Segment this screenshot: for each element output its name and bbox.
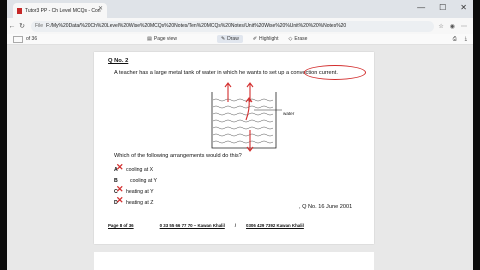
favorite-icon[interactable]: ☆ bbox=[438, 23, 443, 30]
footer-contact-2: 0306 429 7392 Kawan Khalil bbox=[246, 223, 304, 228]
profile-icon[interactable]: ◉ bbox=[450, 23, 455, 30]
eraser-icon: ◇ bbox=[288, 36, 293, 42]
more-icon[interactable]: ⋯ bbox=[461, 23, 467, 30]
draw-label: Draw bbox=[227, 36, 239, 42]
page-view-label: Page view bbox=[153, 36, 177, 42]
page-footer: Page 8 of 36 0 33 55 66 77 70 – Kawan Kh… bbox=[108, 223, 368, 228]
erase-label: Erase bbox=[294, 36, 308, 42]
highlight-label: Highlight bbox=[259, 36, 279, 42]
refresh-icon[interactable]: ↻ bbox=[17, 22, 27, 30]
minimize-button[interactable]: — bbox=[417, 3, 425, 12]
question-reference: , Q No. 16 June 2001 bbox=[299, 204, 353, 210]
page-view-icon: ▤ bbox=[147, 36, 152, 42]
pdf-page: ch Q No. 2 A teacher has a large metal t… bbox=[94, 52, 374, 244]
url-text: F:/My%20Data/%20Ch%20Level%20Wise%20MCQs… bbox=[46, 23, 347, 29]
water-label: water bbox=[283, 111, 295, 116]
address-bar-actions: ☆ ◉ ⋯ bbox=[438, 23, 473, 30]
question-prompt: Which of the following arrangements woul… bbox=[114, 153, 242, 159]
highlight-button[interactable]: ✐ Highlight bbox=[253, 36, 279, 42]
window-controls: — ☐ ✕ bbox=[417, 3, 467, 12]
url-field[interactable]: File F:/My%20Data/%20Ch%20Level%20Wise%2… bbox=[31, 20, 435, 32]
browser-tab[interactable]: Tutor3 PP - Ch Level MCQs - Con ✕ bbox=[13, 3, 107, 18]
file-label: File bbox=[35, 23, 44, 29]
back-icon[interactable]: ← bbox=[7, 23, 17, 30]
tank-diagram bbox=[211, 82, 282, 152]
right-frame bbox=[473, 0, 480, 270]
erase-button[interactable]: ◇ Erase bbox=[288, 36, 307, 42]
answer-options: A ✕ cooling at X B cooling at Y C ✕ heat… bbox=[114, 162, 158, 208]
page-number-input[interactable] bbox=[13, 35, 23, 43]
annotation-circle bbox=[304, 65, 366, 80]
save-icon[interactable]: ⤓ bbox=[465, 36, 467, 42]
pdf-toolbar: of 36 ▤ Page view ✎ Draw ✐ Highlight ◇ E… bbox=[7, 34, 473, 45]
close-window-button[interactable]: ✕ bbox=[460, 3, 467, 12]
footer-separator: / bbox=[234, 223, 237, 228]
browser-titlebar: Tutor3 PP - Ch Level MCQs - Con ✕ — ☐ ✕ bbox=[7, 0, 473, 18]
question-number: Q No. 2 bbox=[108, 58, 129, 64]
option-text: cooling at X bbox=[126, 166, 154, 173]
left-frame bbox=[0, 0, 7, 270]
option-text: heating at Y bbox=[126, 188, 154, 195]
footer-page: Page 8 of 36 bbox=[108, 223, 134, 228]
next-pdf-page bbox=[94, 252, 374, 270]
close-icon[interactable]: ✕ bbox=[98, 5, 103, 12]
option-a: A ✕ cooling at X bbox=[114, 162, 157, 175]
footer-contact: 0 33 55 66 77 70 – Kawan Khalil bbox=[159, 223, 225, 228]
cross-mark-icon: ✕ bbox=[116, 162, 124, 172]
draw-button[interactable]: ✎ Draw bbox=[216, 35, 243, 43]
red-arrows bbox=[224, 82, 254, 152]
cross-mark-icon: ✕ bbox=[116, 184, 124, 194]
pdf-icon bbox=[17, 7, 22, 14]
cross-mark-icon: ✕ bbox=[116, 195, 124, 205]
page-count: of 36 bbox=[26, 36, 38, 42]
address-bar: ← ↻ File F:/My%20Data/%20Ch%20Level%20Wi… bbox=[7, 18, 473, 34]
highlight-icon: ✐ bbox=[252, 36, 258, 42]
page-view-button[interactable]: ▤ Page view bbox=[147, 36, 177, 42]
water-ripples bbox=[212, 98, 274, 144]
option-d: D ✕ heating at Z bbox=[114, 195, 157, 208]
tab-title: Tutor3 PP - Ch Level MCQs - Con bbox=[25, 7, 101, 14]
option-text: heating at Z bbox=[126, 199, 154, 206]
toolbar-right: ⎙ ⤓ bbox=[453, 36, 473, 42]
print-icon[interactable]: ⎙ bbox=[453, 36, 457, 42]
option-letter: B bbox=[114, 177, 118, 184]
option-text: cooling at Y bbox=[130, 177, 158, 184]
draw-icon: ✎ bbox=[220, 36, 226, 42]
maximize-button[interactable]: ☐ bbox=[439, 3, 446, 12]
